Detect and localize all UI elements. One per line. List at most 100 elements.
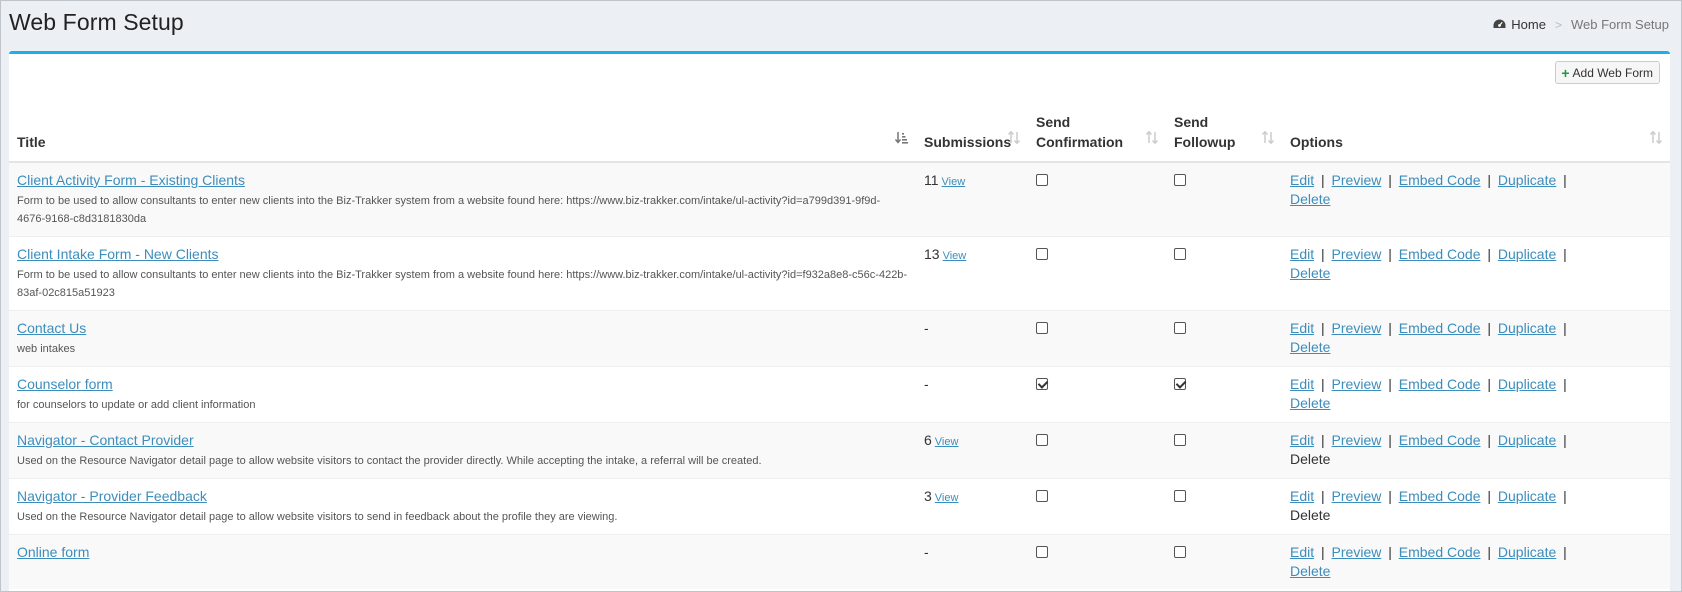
cell-title: Counselor form for counselors to update o…: [9, 366, 916, 423]
window-frame: Web Form Setup Home > Web Form Setup + A…: [0, 0, 1682, 592]
form-title-link[interactable]: Navigator - Contact Provider: [17, 432, 194, 448]
edit-link[interactable]: Edit: [1290, 376, 1314, 392]
option-separator: |: [1388, 376, 1392, 392]
delete-label: Delete: [1290, 451, 1331, 467]
preview-link[interactable]: Preview: [1332, 488, 1382, 504]
preview-link[interactable]: Preview: [1332, 320, 1382, 336]
option-separator: |: [1487, 320, 1492, 336]
embed-code-link[interactable]: Embed Code: [1399, 488, 1481, 504]
edit-link[interactable]: Edit: [1290, 320, 1314, 336]
form-title-link[interactable]: Client Activity Form - Existing Clients: [17, 172, 245, 188]
cell-title: Contact Us web intakes: [9, 310, 916, 367]
table-row: Contact Us web intakes - Edit | Preview | E…: [9, 310, 1670, 367]
edit-link[interactable]: Edit: [1290, 544, 1314, 560]
duplicate-link[interactable]: Duplicate: [1498, 376, 1556, 392]
delete-link[interactable]: Delete: [1290, 191, 1330, 207]
send-followup-checkbox[interactable]: [1174, 174, 1186, 186]
send-followup-checkbox[interactable]: [1174, 434, 1186, 446]
form-title-link[interactable]: Contact Us: [17, 320, 86, 336]
sort-icon[interactable]: [1145, 130, 1159, 150]
delete-link[interactable]: Delete: [1290, 339, 1330, 355]
column-header-send-confirmation[interactable]: Send Confirmation: [1028, 106, 1166, 163]
embed-code-link[interactable]: Embed Code: [1399, 246, 1481, 262]
option-separator: |: [1487, 172, 1492, 188]
preview-link[interactable]: Preview: [1332, 376, 1382, 392]
plus-icon: +: [1561, 64, 1570, 81]
option-separator: |: [1321, 246, 1325, 262]
duplicate-link[interactable]: Duplicate: [1498, 488, 1556, 504]
cell-send-confirmation: [1028, 534, 1166, 589]
preview-link[interactable]: Preview: [1332, 432, 1382, 448]
column-header-send-followup[interactable]: Send Followup: [1166, 106, 1282, 163]
duplicate-link[interactable]: Duplicate: [1498, 544, 1556, 560]
form-title-link[interactable]: Online form: [17, 544, 89, 560]
delete-link[interactable]: Delete: [1290, 395, 1330, 411]
send-followup-checkbox[interactable]: [1174, 322, 1186, 334]
preview-link[interactable]: Preview: [1332, 172, 1382, 188]
embed-code-link[interactable]: Embed Code: [1399, 544, 1481, 560]
column-header-submissions[interactable]: Submissions: [916, 106, 1028, 163]
send-followup-checkbox[interactable]: [1174, 490, 1186, 502]
edit-link[interactable]: Edit: [1290, 246, 1314, 262]
send-confirmation-checkbox[interactable]: [1036, 322, 1048, 334]
option-separator: |: [1487, 246, 1492, 262]
send-confirmation-checkbox[interactable]: [1036, 546, 1048, 558]
column-header-options[interactable]: Options: [1282, 106, 1670, 163]
option-separator: |: [1563, 320, 1567, 336]
preview-link[interactable]: Preview: [1332, 544, 1382, 560]
send-followup-checkbox[interactable]: [1174, 546, 1186, 558]
column-header-title[interactable]: Title: [9, 106, 916, 163]
sort-icon[interactable]: [1261, 130, 1275, 150]
cell-send-followup: [1166, 422, 1282, 479]
edit-link[interactable]: Edit: [1290, 432, 1314, 448]
column-send-confirmation-label: Send Confirmation: [1036, 114, 1124, 150]
send-followup-checkbox[interactable]: [1174, 248, 1186, 260]
delete-link[interactable]: Delete: [1290, 265, 1330, 281]
option-separator: |: [1563, 172, 1567, 188]
send-confirmation-checkbox[interactable]: [1036, 174, 1048, 186]
option-separator: |: [1388, 432, 1392, 448]
add-web-form-button[interactable]: + Add Web Form: [1555, 61, 1660, 84]
send-confirmation-checkbox[interactable]: [1036, 378, 1048, 390]
cell-title: Online form: [9, 534, 916, 589]
sort-asc-icon[interactable]: [894, 130, 908, 150]
delete-link[interactable]: Delete: [1290, 563, 1330, 579]
submission-count: 13: [924, 246, 940, 262]
cell-submissions: 13 View: [916, 236, 1028, 311]
view-submissions-link[interactable]: View: [943, 250, 967, 262]
cell-options: Edit | Preview | Embed Code | Duplicate …: [1282, 310, 1670, 367]
cell-send-followup: [1166, 310, 1282, 367]
duplicate-link[interactable]: Duplicate: [1498, 320, 1556, 336]
option-separator: |: [1388, 246, 1392, 262]
duplicate-link[interactable]: Duplicate: [1498, 246, 1556, 262]
preview-link[interactable]: Preview: [1332, 246, 1382, 262]
cell-send-confirmation: [1028, 422, 1166, 479]
embed-code-link[interactable]: Embed Code: [1399, 172, 1481, 188]
duplicate-link[interactable]: Duplicate: [1498, 432, 1556, 448]
view-submissions-link[interactable]: View: [935, 492, 959, 504]
sort-icon[interactable]: [1649, 130, 1663, 150]
view-submissions-link[interactable]: View: [935, 436, 959, 448]
view-submissions-link[interactable]: View: [942, 176, 966, 188]
send-confirmation-checkbox[interactable]: [1036, 434, 1048, 446]
duplicate-link[interactable]: Duplicate: [1498, 172, 1556, 188]
cell-submissions: 11 View: [916, 161, 1028, 237]
form-title-link[interactable]: Navigator - Provider Feedback: [17, 488, 207, 504]
form-description: web intakes: [17, 343, 76, 355]
form-description: Used on the Resource Navigator detail pa…: [17, 511, 618, 523]
cell-send-confirmation: [1028, 310, 1166, 367]
edit-link[interactable]: Edit: [1290, 488, 1314, 504]
edit-link[interactable]: Edit: [1290, 172, 1314, 188]
option-separator: |: [1321, 432, 1325, 448]
sort-icon[interactable]: [1007, 130, 1021, 150]
form-title-link[interactable]: Client Intake Form - New Clients: [17, 246, 219, 262]
embed-code-link[interactable]: Embed Code: [1399, 320, 1481, 336]
send-confirmation-checkbox[interactable]: [1036, 248, 1048, 260]
embed-code-link[interactable]: Embed Code: [1399, 376, 1481, 392]
breadcrumb-home[interactable]: Home: [1493, 17, 1546, 32]
send-confirmation-checkbox[interactable]: [1036, 490, 1048, 502]
form-title-link[interactable]: Counselor form: [17, 376, 113, 392]
send-followup-checkbox[interactable]: [1174, 378, 1186, 390]
breadcrumb: Home > Web Form Setup: [1493, 17, 1669, 32]
embed-code-link[interactable]: Embed Code: [1399, 432, 1481, 448]
